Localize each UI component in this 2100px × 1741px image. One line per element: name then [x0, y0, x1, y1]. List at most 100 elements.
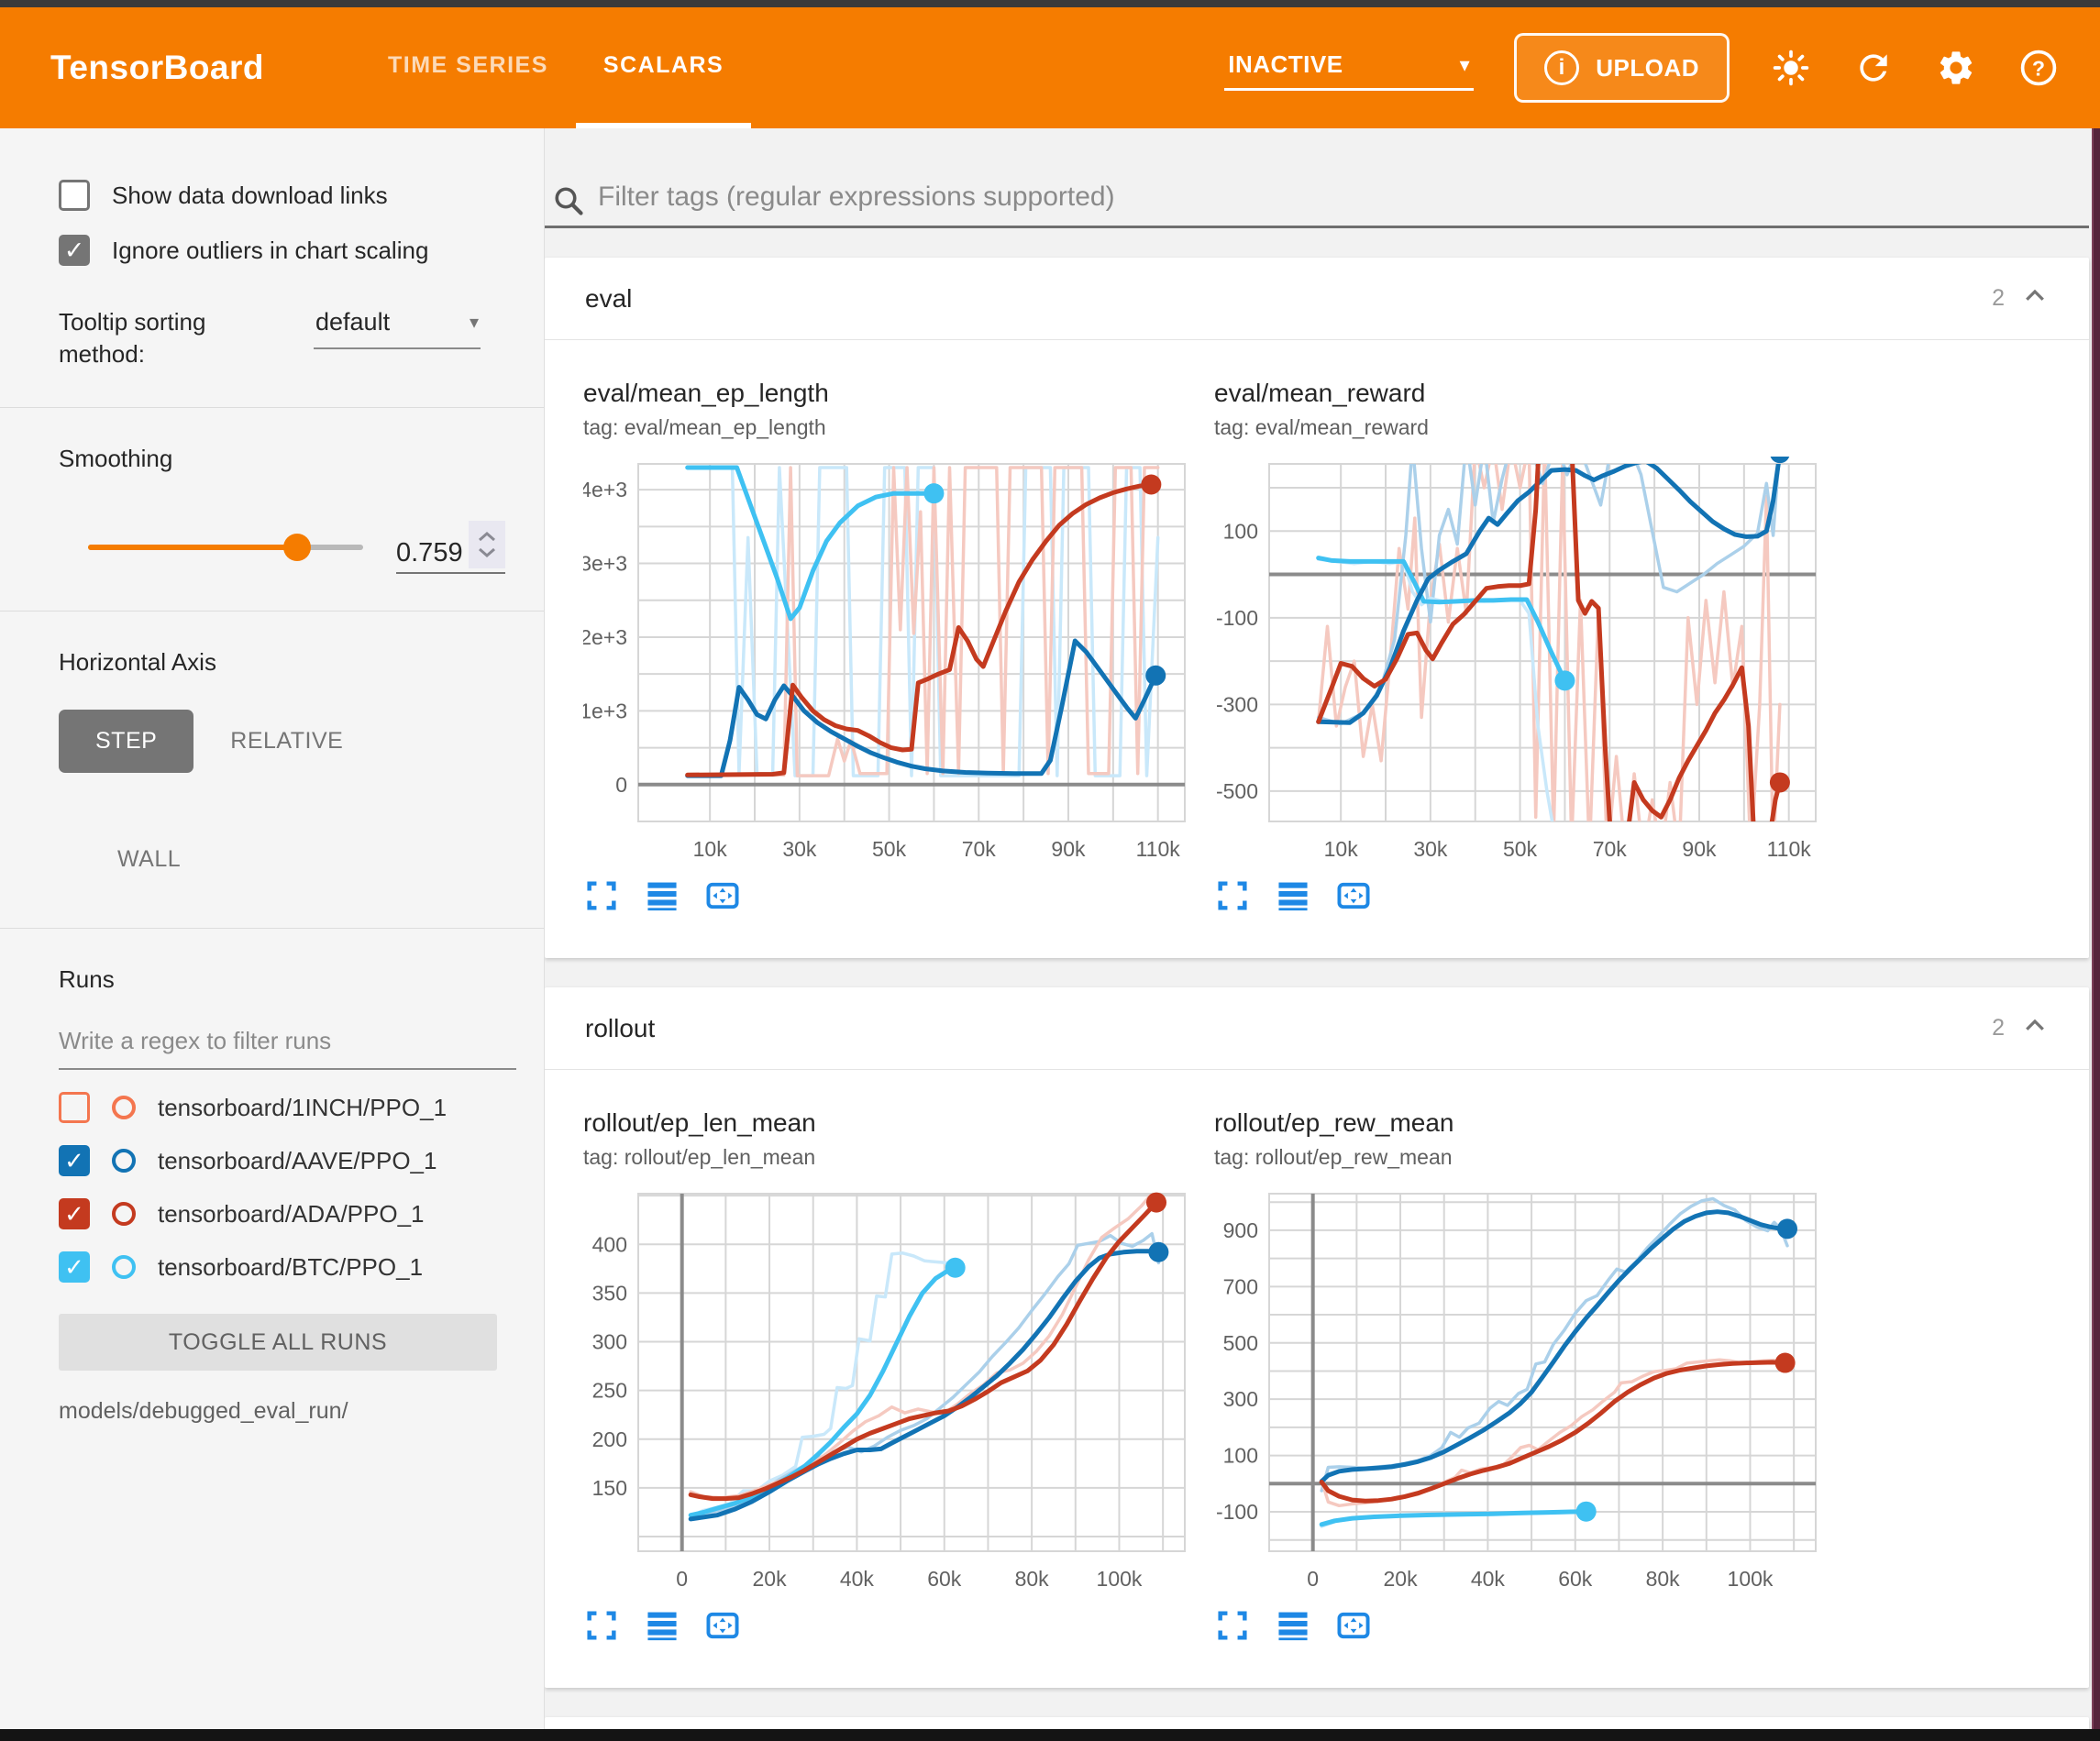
svg-text:250: 250 — [592, 1379, 627, 1403]
run-checkbox-unchecked-icon[interactable] — [59, 1092, 90, 1123]
chevron-up-icon[interactable] — [2021, 1012, 2049, 1044]
svg-text:900: 900 — [1223, 1218, 1258, 1242]
smoothing-stepper[interactable] — [469, 521, 505, 568]
svg-text:110k: 110k — [1136, 837, 1181, 861]
expand-chart-icon[interactable] — [583, 877, 620, 914]
tab-scalars[interactable]: SCALARS — [576, 7, 751, 128]
chart-plot[interactable]: 020k40k60k80k100k150200250300350400 — [583, 1186, 1190, 1593]
run-color-circle-icon[interactable] — [112, 1202, 136, 1226]
runs-table-icon[interactable] — [1275, 877, 1311, 914]
section-header-rollout[interactable]: rollout 2 — [545, 987, 2089, 1070]
tooltip-sorting-dropdown[interactable]: default ▾ — [314, 306, 481, 349]
svg-text:400: 400 — [592, 1232, 627, 1256]
run-color-circle-icon[interactable] — [112, 1149, 136, 1173]
svg-text:30k: 30k — [1413, 837, 1448, 861]
runs-filter-input[interactable] — [59, 1018, 516, 1070]
run-name: tensorboard/AAVE/PPO_1 — [158, 1147, 437, 1175]
divider — [0, 611, 544, 612]
fit-domain-icon[interactable] — [1335, 1607, 1372, 1644]
section-count: 2 — [1992, 285, 2005, 312]
checkbox-checked-icon[interactable]: ✓ — [59, 235, 90, 266]
run-color-circle-icon[interactable] — [112, 1096, 136, 1119]
expand-chart-icon[interactable] — [1214, 1607, 1251, 1644]
runs-table-icon[interactable] — [1275, 1607, 1311, 1644]
chart-plot[interactable]: 020k40k60k80k100k-100100300500700900 — [1214, 1186, 1821, 1593]
expand-chart-icon[interactable] — [583, 1607, 620, 1644]
chart-plot[interactable]: 10k30k50k70k90k110k01e+32e+33e+34e+3 — [583, 457, 1190, 864]
svg-text:-100: -100 — [1216, 606, 1258, 630]
fit-domain-icon[interactable] — [704, 877, 741, 914]
runs-table-icon[interactable] — [644, 877, 680, 914]
run-row[interactable]: ✓ tensorboard/BTC/PPO_1 — [59, 1251, 516, 1283]
expand-chart-icon[interactable] — [1214, 877, 1251, 914]
upload-button[interactable]: i UPLOAD — [1514, 33, 1730, 103]
run-row[interactable]: ✓ tensorboard/AAVE/PPO_1 — [59, 1145, 516, 1176]
runs-label: Runs — [59, 965, 516, 994]
svg-text:60k: 60k — [927, 1567, 962, 1591]
refresh-icon[interactable] — [1852, 47, 1895, 89]
toggle-all-runs-button[interactable]: TOGGLE ALL RUNS — [59, 1314, 497, 1371]
chevron-up-icon — [477, 531, 497, 543]
settings-gear-icon[interactable] — [1935, 47, 1977, 89]
svg-text:100k: 100k — [1097, 1567, 1143, 1591]
top-edge-strip — [0, 0, 2100, 7]
svg-text:1e+3: 1e+3 — [583, 699, 627, 722]
axis-button-relative[interactable]: RELATIVE — [193, 710, 380, 773]
brightness-icon[interactable] — [1770, 47, 1812, 89]
run-checkbox-checked-icon[interactable]: ✓ — [59, 1145, 90, 1176]
run-checkbox-checked-icon[interactable]: ✓ — [59, 1198, 90, 1229]
horizontal-axis-label: Horizontal Axis — [59, 648, 516, 677]
svg-text:20k: 20k — [1383, 1567, 1418, 1591]
checkbox-label: Ignore outliers in chart scaling — [112, 237, 428, 265]
fit-domain-icon[interactable] — [1335, 877, 1372, 914]
run-color-circle-icon[interactable] — [112, 1255, 136, 1279]
chart-eval-mean-ep-length: eval/mean_ep_lengthtag: eval/mean_ep_len… — [583, 379, 1214, 914]
scrollbar[interactable] — [2092, 128, 2100, 1729]
axis-button-step[interactable]: STEP — [59, 710, 193, 773]
tag-filter — [545, 128, 2089, 228]
section-count: 2 — [1992, 1015, 2005, 1041]
axis-button-wall[interactable]: WALL — [81, 828, 217, 891]
tag-filter-input[interactable] — [598, 176, 2089, 226]
sidebar-checkbox-row[interactable]: Show data download links — [59, 180, 516, 211]
svg-text:3e+3: 3e+3 — [583, 552, 627, 576]
smoothing-slider[interactable] — [88, 545, 363, 550]
section-title: eval — [585, 284, 632, 314]
chart-plot[interactable]: 10k30k50k70k90k110k100-100-300-500 — [1214, 457, 1821, 864]
chart-title: eval/mean_reward — [1214, 379, 1845, 408]
tab-time-series[interactable]: TIME SERIES — [360, 7, 576, 128]
svg-text:-100: -100 — [1216, 1500, 1258, 1524]
caret-down-icon: ▾ — [1460, 53, 1471, 77]
info-icon: i — [1544, 50, 1579, 85]
smoothing-slider-thumb[interactable] — [283, 534, 311, 561]
svg-text:10k: 10k — [1324, 837, 1359, 861]
search-icon — [552, 184, 585, 217]
svg-text:0: 0 — [1307, 1567, 1319, 1591]
app-header: TensorBoard TIME SERIES SCALARS INACTIVE… — [0, 7, 2100, 128]
chevron-up-icon[interactable] — [2021, 282, 2049, 314]
section-header-eval[interactable]: eval 2 — [545, 258, 2089, 340]
checkbox-unchecked-icon[interactable] — [59, 180, 90, 211]
run-row[interactable]: ✓tensorboard/ADA/PPO_1 — [59, 1198, 516, 1229]
runs-table-icon[interactable] — [644, 1607, 680, 1644]
section-title: rollout — [585, 1014, 655, 1043]
svg-text:700: 700 — [1223, 1274, 1258, 1298]
run-checkbox-checked-icon[interactable]: ✓ — [59, 1251, 90, 1283]
chart-tag: tag: eval/mean_reward — [1214, 415, 1845, 440]
svg-text:100k: 100k — [1728, 1567, 1774, 1591]
run-row[interactable]: tensorboard/1INCH/PPO_1 — [59, 1092, 516, 1123]
svg-text:2e+3: 2e+3 — [583, 625, 627, 649]
svg-text:500: 500 — [1223, 1331, 1258, 1355]
section-header-time[interactable]: time — [545, 1717, 2089, 1729]
fit-domain-icon[interactable] — [704, 1607, 741, 1644]
help-icon[interactable]: ? — [2017, 47, 2060, 89]
app-title: TensorBoard — [50, 49, 264, 87]
svg-text:30k: 30k — [782, 837, 817, 861]
svg-text:-300: -300 — [1216, 692, 1258, 716]
bottom-edge-strip — [0, 1729, 2100, 1741]
sidebar-checkbox-row[interactable]: ✓ Ignore outliers in chart scaling — [59, 235, 516, 266]
svg-text:350: 350 — [592, 1281, 627, 1305]
run-name: tensorboard/BTC/PPO_1 — [158, 1253, 423, 1282]
svg-text:50k: 50k — [1503, 837, 1538, 861]
status-dropdown[interactable]: INACTIVE ▾ — [1224, 45, 1474, 91]
